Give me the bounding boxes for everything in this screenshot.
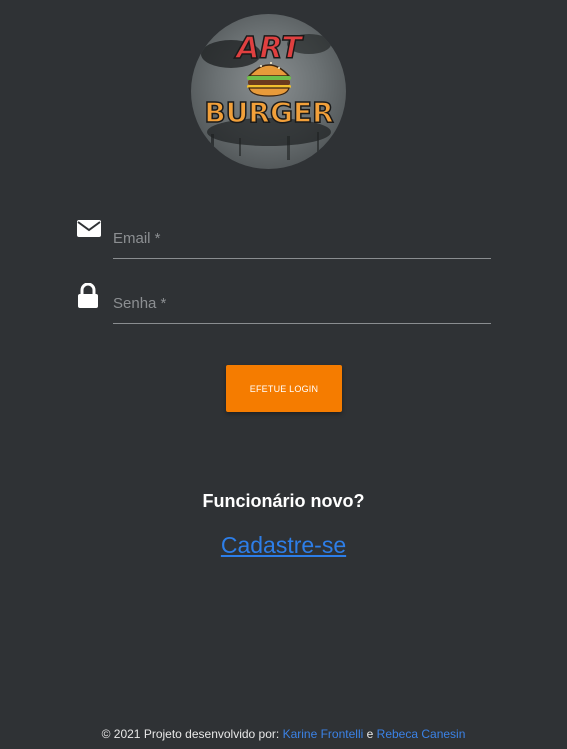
signup-link-container: Cadastre-se (0, 532, 567, 559)
login-button[interactable]: EFETUE LOGIN (226, 365, 342, 412)
email-input[interactable] (113, 218, 491, 259)
email-field-row (76, 218, 492, 262)
author-link-karine[interactable]: Karine Frontelli (283, 727, 364, 741)
art-burger-logo: ART BURGER (191, 14, 346, 169)
footer: © 2021 Projeto desenvolvido por: Karine … (0, 727, 567, 741)
password-input[interactable] (113, 283, 491, 324)
footer-conjunction: e (366, 727, 374, 741)
envelope-icon (76, 218, 102, 244)
footer-credit-text: © 2021 Projeto desenvolvido por: (101, 727, 280, 741)
logo-text-burger: BURGER (204, 96, 333, 129)
logo-artwork: ART BURGER (201, 30, 334, 160)
signup-link[interactable]: Cadastre-se (221, 532, 346, 558)
lock-icon (76, 282, 102, 309)
author-link-rebeca[interactable]: Rebeca Canesin (377, 727, 466, 741)
burger-icon (247, 62, 291, 97)
password-field-row (76, 282, 492, 327)
logo-text-art: ART (234, 31, 304, 66)
new-employee-heading: Funcionário novo? (202, 491, 365, 511)
